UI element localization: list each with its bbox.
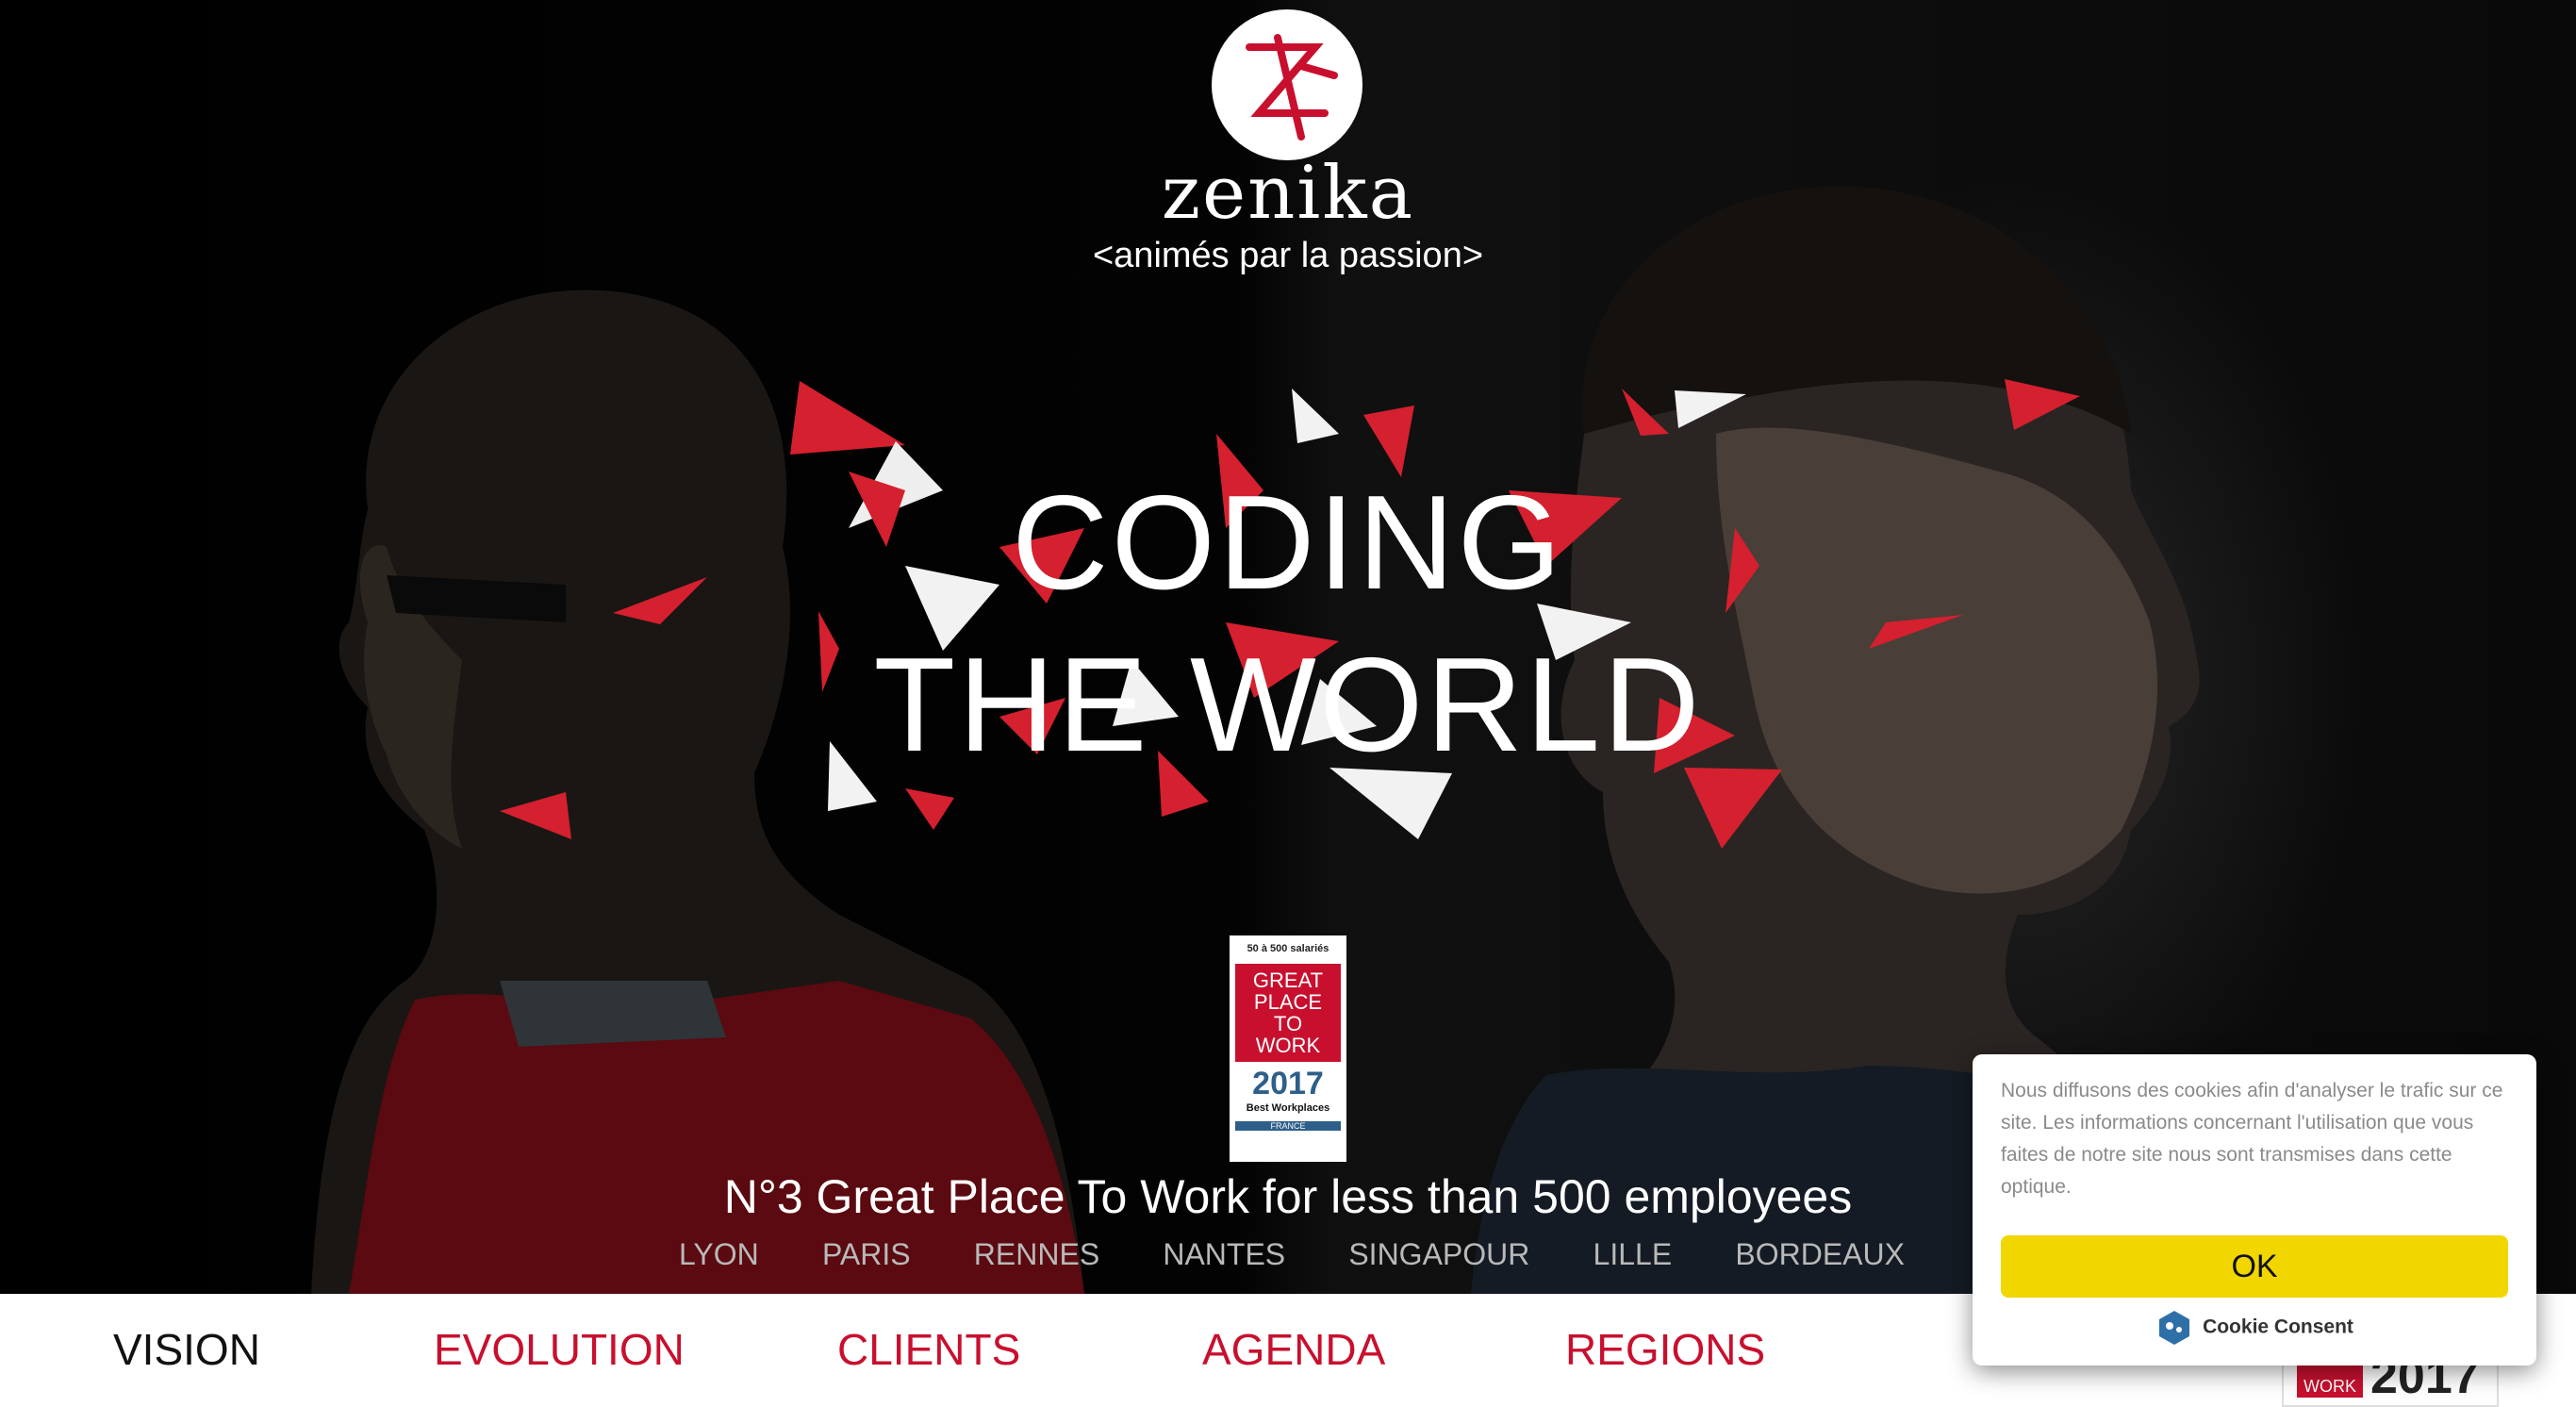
- headline-line-2: THE WORLD: [873, 630, 1703, 780]
- great-place-to-work-badge: 50 à 500 salariés GREAT PLACE TO WORK 20…: [1230, 935, 1346, 1162]
- city-link-nantes[interactable]: NANTES: [1163, 1237, 1285, 1272]
- brand-name: zenika: [1161, 151, 1415, 236]
- cookie-message: Nous diffusons des cookies afin d'analys…: [2001, 1080, 2503, 1198]
- nav-vision[interactable]: VISION: [113, 1324, 260, 1375]
- nav-regions[interactable]: REGIONS: [1565, 1324, 1765, 1375]
- badge-title-line: PLACE: [1253, 990, 1323, 1014]
- cookie-consent-logo-icon: [2159, 1311, 2190, 1345]
- city-list: LYON PARIS RENNES NANTES SINGAPOUR LILLE…: [679, 1237, 1905, 1272]
- city-link-lyon[interactable]: LYON: [679, 1237, 759, 1272]
- award-text: N°3 Great Place To Work for less than 50…: [723, 1170, 1853, 1223]
- cookie-ok-button[interactable]: OK: [2001, 1235, 2508, 1298]
- badge-year: 2017: [1252, 1066, 1324, 1101]
- cookie-consent-brand-label: Cookie Consent: [2203, 1316, 2353, 1338]
- headline-line-1: CODING: [1012, 468, 1564, 618]
- city-link-rennes[interactable]: RENNES: [974, 1237, 1099, 1272]
- badge-title-line: TO: [1273, 1012, 1303, 1035]
- brand-tagline: <animés par la passion>: [1092, 236, 1484, 275]
- city-link-singapour[interactable]: SINGAPOUR: [1348, 1237, 1529, 1272]
- badge-country: FRANCE: [1235, 1121, 1341, 1131]
- zenika-logo[interactable]: [1212, 9, 1362, 160]
- cookie-consent-brand[interactable]: Cookie Consent: [1973, 1309, 2536, 1347]
- nav-agenda[interactable]: AGENDA: [1202, 1324, 1385, 1375]
- badge-title-line: WORK: [1255, 1034, 1321, 1057]
- badge-top-text: 50 à 500 salariés: [1247, 943, 1329, 954]
- corner-badge-text: WORK: [2297, 1360, 2363, 1398]
- cookie-consent-dialog: Nous diffusons des cookies afin d'analys…: [1973, 1054, 2536, 1366]
- nav-clients[interactable]: CLIENTS: [837, 1324, 1020, 1375]
- badge-subtitle: Best Workplaces: [1246, 1102, 1330, 1114]
- nav-evolution[interactable]: EVOLUTION: [434, 1324, 685, 1375]
- city-link-lille[interactable]: LILLE: [1593, 1237, 1673, 1272]
- hero-headline: CODING THE WORLD: [722, 462, 1854, 786]
- zenika-logo-mark-icon: [1246, 34, 1338, 141]
- badge-title: GREAT PLACE TO WORK: [1235, 964, 1341, 1062]
- city-link-paris[interactable]: PARIS: [822, 1237, 911, 1272]
- badge-title-line: GREAT: [1252, 968, 1324, 992]
- city-link-bordeaux[interactable]: BORDEAUX: [1735, 1237, 1905, 1272]
